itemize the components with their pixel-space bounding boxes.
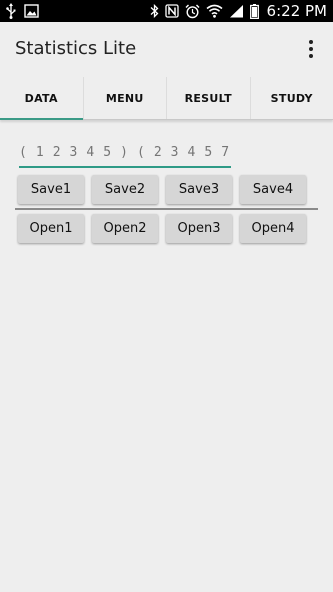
tab-bar: DATA MENU RESULT STUDY	[0, 77, 333, 120]
save4-button[interactable]: Save4	[240, 175, 306, 204]
overflow-dot	[309, 40, 313, 44]
tab-data[interactable]: DATA	[0, 77, 84, 120]
open2-button[interactable]: Open2	[92, 214, 158, 243]
open3-button[interactable]: Open3	[166, 214, 232, 243]
open4-button[interactable]: Open4	[240, 214, 306, 243]
app-title: Statistics Lite	[15, 38, 137, 59]
status-bar-right: 6:22 PM	[150, 1, 327, 21]
signal-icon	[229, 4, 244, 18]
overflow-dot	[309, 54, 313, 58]
save-button-row: Save1 Save2 Save3 Save4	[18, 175, 306, 204]
open1-button[interactable]: Open1	[18, 214, 84, 243]
nfc-icon	[164, 4, 179, 18]
alarm-icon	[185, 4, 200, 19]
usb-icon	[6, 3, 16, 19]
tab-study[interactable]: STUDY	[251, 77, 333, 119]
save3-button[interactable]: Save3	[166, 175, 232, 204]
status-time: 6:22 PM	[266, 2, 327, 20]
divider	[15, 208, 318, 210]
image-icon	[24, 4, 39, 18]
save1-button[interactable]: Save1	[18, 175, 84, 204]
wifi-icon	[206, 4, 223, 18]
battery-icon	[249, 3, 259, 19]
open-button-row: Open1 Open2 Open3 Open4	[18, 214, 306, 243]
tab-result[interactable]: RESULT	[167, 77, 251, 119]
bluetooth-icon	[150, 4, 159, 18]
overflow-dot	[309, 47, 313, 51]
tab-menu[interactable]: MENU	[84, 77, 167, 119]
data-input[interactable]	[19, 140, 231, 168]
status-bar-left	[6, 2, 39, 20]
save2-button[interactable]: Save2	[92, 175, 158, 204]
app-bar: Statistics Lite	[0, 22, 333, 76]
more-vert-icon[interactable]	[299, 36, 323, 62]
status-bar: 6:22 PM	[0, 0, 333, 22]
